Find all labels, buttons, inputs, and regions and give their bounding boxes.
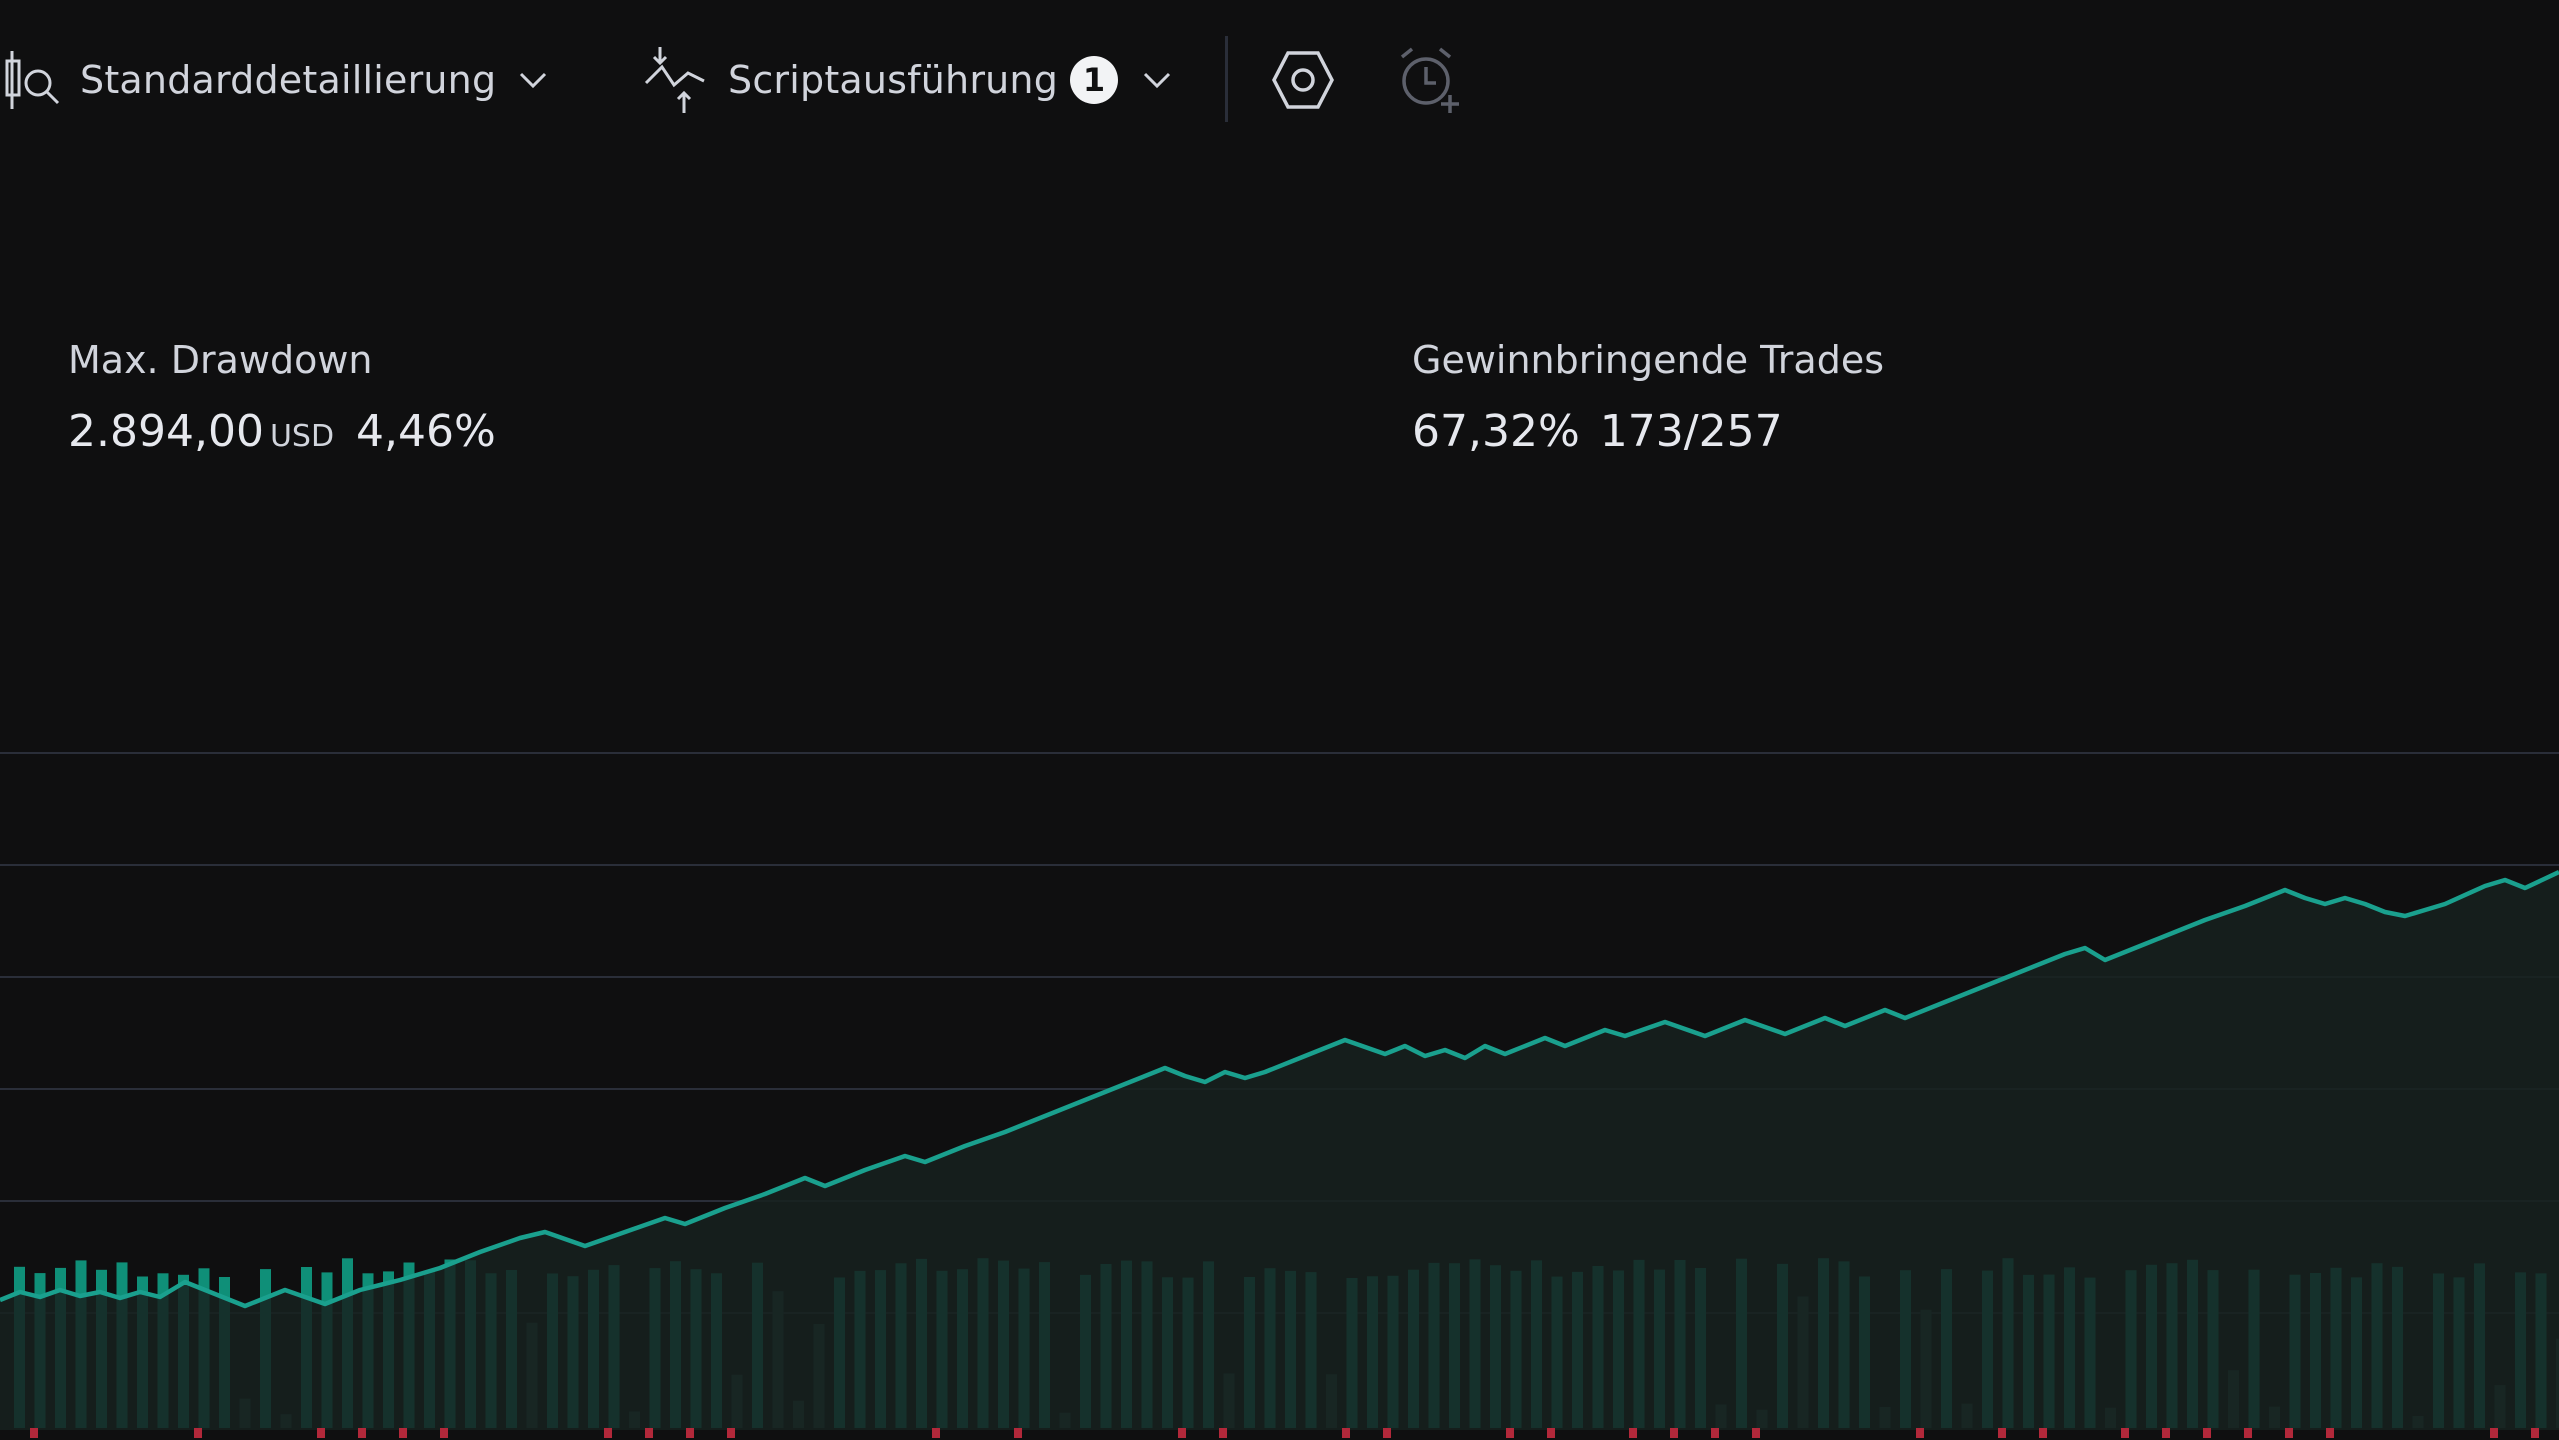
alarm-add-icon	[1396, 45, 1466, 115]
equity-chart	[0, 752, 2559, 1438]
loss-marker	[194, 1428, 202, 1438]
chevron-down-icon	[518, 70, 548, 90]
max-drawdown-title: Max. Drawdown	[68, 338, 373, 382]
max-drawdown-amount: 2.894,00	[68, 406, 264, 457]
loss-marker	[686, 1428, 694, 1438]
loss-marker	[2531, 1428, 2539, 1438]
loss-marker	[2285, 1428, 2293, 1438]
max-drawdown-value-row: 2.894,00 USD 4,46%	[68, 406, 496, 457]
loss-marker	[2490, 1428, 2498, 1438]
magnifier-chart-icon	[4, 45, 62, 115]
loss-marker	[1670, 1428, 1678, 1438]
profitable-trades-ratio: 173/257	[1599, 406, 1783, 457]
loss-marker	[1506, 1428, 1514, 1438]
loss-marker	[317, 1428, 325, 1438]
loss-marker	[2039, 1428, 2047, 1438]
loss-marker	[2203, 1428, 2211, 1438]
loss-marker	[645, 1428, 653, 1438]
loss-marker	[1752, 1428, 1760, 1438]
loss-marker	[932, 1428, 940, 1438]
profitable-trades-percent: 67,32%	[1412, 406, 1580, 457]
max-drawdown-percent: 4,46%	[356, 406, 496, 457]
loss-marker	[30, 1428, 38, 1438]
max-drawdown-unit: USD	[269, 419, 335, 454]
loss-marker	[440, 1428, 448, 1438]
profitable-trades-value-row: 67,32% 173/257	[1412, 406, 1884, 457]
script-count-badge: 1	[1070, 56, 1119, 104]
loss-marker	[1383, 1428, 1391, 1438]
max-drawdown-metric: Max. Drawdown 2.894,00 USD 4,46%	[68, 338, 496, 457]
toolbar-divider	[1225, 36, 1228, 122]
loss-marker	[399, 1428, 407, 1438]
profitable-trades-metric: Gewinnbringende Trades 67,32% 173/257	[1412, 338, 1884, 457]
loss-marker	[604, 1428, 612, 1438]
loss-marker	[358, 1428, 366, 1438]
loss-marker	[1219, 1428, 1227, 1438]
loss-marker	[2244, 1428, 2252, 1438]
loss-marker	[1916, 1428, 1924, 1438]
loss-marker	[1629, 1428, 1637, 1438]
detail-level-label: Standarddetaillierung	[80, 58, 497, 102]
script-execution-dropdown[interactable]: Scriptausführung 1	[644, 32, 1172, 128]
loss-marker	[727, 1428, 735, 1438]
script-execution-icon	[644, 45, 706, 115]
add-alert-button[interactable]	[1396, 32, 1466, 128]
loss-marker	[1342, 1428, 1350, 1438]
equity-area	[0, 872, 2559, 1430]
chevron-down-icon	[1142, 70, 1172, 90]
profitable-trades-title: Gewinnbringende Trades	[1412, 338, 1885, 382]
script-execution-label: Scriptausführung	[728, 58, 1059, 102]
loss-marker	[2162, 1428, 2170, 1438]
loss-marker	[1014, 1428, 1022, 1438]
toolbar: Standarddetaillierung Scriptausführung 1	[0, 0, 2559, 160]
loss-marker	[1178, 1428, 1186, 1438]
loss-marker	[1711, 1428, 1719, 1438]
settings-hexagon-icon	[1270, 47, 1336, 113]
detail-level-dropdown[interactable]: Standarddetaillierung	[4, 32, 548, 128]
loss-marker	[1547, 1428, 1555, 1438]
loss-marker	[2326, 1428, 2334, 1438]
loss-marker	[2121, 1428, 2129, 1438]
loss-marker	[1998, 1428, 2006, 1438]
settings-button[interactable]	[1270, 32, 1336, 128]
